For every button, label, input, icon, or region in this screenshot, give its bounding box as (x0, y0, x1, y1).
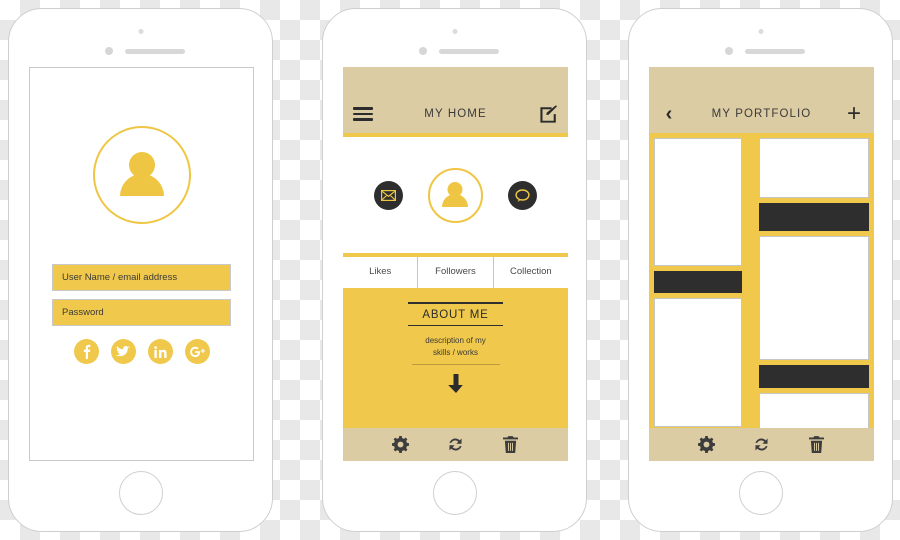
home-app-bar: MY HOME (343, 67, 568, 133)
about-me-heading: ABOUT ME (422, 308, 489, 321)
portfolio-card[interactable] (654, 298, 742, 427)
facebook-icon[interactable] (73, 339, 99, 364)
portfolio-card[interactable] (654, 138, 742, 266)
divider-top (408, 302, 503, 304)
page-title: MY HOME (424, 108, 487, 120)
mockup-stage: User Name / email address Password MY HO… (0, 0, 900, 540)
profile-hero (343, 137, 568, 253)
proximity-sensor-dot (105, 47, 113, 55)
description-line-1: description of my (425, 336, 486, 346)
settings-gear-icon[interactable] (697, 435, 716, 454)
trash-delete-icon[interactable] (501, 435, 520, 454)
front-camera-dot (138, 29, 143, 34)
earpiece-speaker (439, 49, 499, 54)
home-button[interactable] (738, 471, 783, 515)
username-placeholder: User Name / email address (62, 272, 178, 283)
mail-envelope-icon[interactable] (373, 180, 403, 210)
refresh-sync-icon[interactable] (446, 435, 465, 454)
person-avatar-icon[interactable] (427, 167, 483, 223)
portfolio-card[interactable] (759, 138, 869, 198)
earpiece-speaker (745, 49, 805, 54)
divider-bottom (408, 324, 503, 327)
tab-likes[interactable]: Likes (343, 257, 417, 288)
refresh-sync-icon[interactable] (752, 435, 771, 454)
home-screen: MY HOME Likes Followers Collection ABOUT… (343, 67, 568, 461)
phone-device-portfolio: ‹ MY PORTFOLIO + (628, 8, 893, 532)
trash-delete-icon[interactable] (807, 435, 826, 454)
page-title: MY PORTFOLIO (711, 108, 812, 120)
portfolio-card[interactable] (654, 271, 742, 293)
phone-device-home: MY HOME Likes Followers Collection ABOUT… (322, 8, 587, 532)
home-bottom-toolbar (343, 428, 568, 461)
tab-followers[interactable]: Followers (417, 257, 492, 288)
description-line-2: skills / works (433, 347, 478, 357)
portfolio-app-bar: ‹ MY PORTFOLIO + (649, 67, 874, 133)
home-button[interactable] (432, 471, 477, 515)
proximity-sensor-dot (419, 47, 427, 55)
portfolio-card[interactable] (759, 236, 869, 360)
portfolio-screen: ‹ MY PORTFOLIO + (649, 67, 874, 461)
stats-tabs: Likes Followers Collection (343, 257, 568, 288)
username-input[interactable]: User Name / email address (52, 264, 231, 291)
settings-gear-icon[interactable] (391, 435, 410, 454)
person-icon (92, 126, 191, 224)
login-form: User Name / email address Password (30, 68, 253, 460)
front-camera-dot (758, 29, 763, 34)
chevron-left-icon[interactable]: ‹ (659, 104, 679, 124)
home-button[interactable] (118, 471, 163, 515)
portfolio-column-right (759, 138, 869, 456)
portfolio-grid (649, 133, 874, 461)
proximity-sensor-dot (725, 47, 733, 55)
phone-device-login: User Name / email address Password (8, 8, 273, 532)
tab-collection[interactable]: Collection (492, 257, 568, 288)
about-me-description: description of my skills / works (425, 335, 485, 358)
front-camera-dot (452, 29, 457, 34)
social-login-row (73, 339, 210, 364)
hamburger-menu-icon[interactable] (353, 107, 373, 121)
plus-add-icon[interactable]: + (844, 102, 864, 126)
login-screen: User Name / email address Password (29, 67, 254, 461)
divider-thin (411, 364, 500, 366)
portfolio-card[interactable] (759, 203, 869, 231)
arrow-down-icon[interactable] (447, 374, 464, 398)
twitter-icon[interactable] (110, 339, 136, 364)
password-placeholder: Password (62, 307, 104, 318)
portfolio-card[interactable] (759, 365, 869, 388)
chat-bubble-icon[interactable] (508, 180, 538, 210)
portfolio-bottom-toolbar (649, 428, 874, 461)
password-input[interactable]: Password (52, 299, 231, 326)
googleplus-icon[interactable] (184, 339, 210, 364)
earpiece-speaker (125, 49, 185, 54)
linkedin-icon[interactable] (147, 339, 173, 364)
portfolio-column-left (654, 138, 742, 456)
compose-edit-icon[interactable] (538, 104, 558, 124)
